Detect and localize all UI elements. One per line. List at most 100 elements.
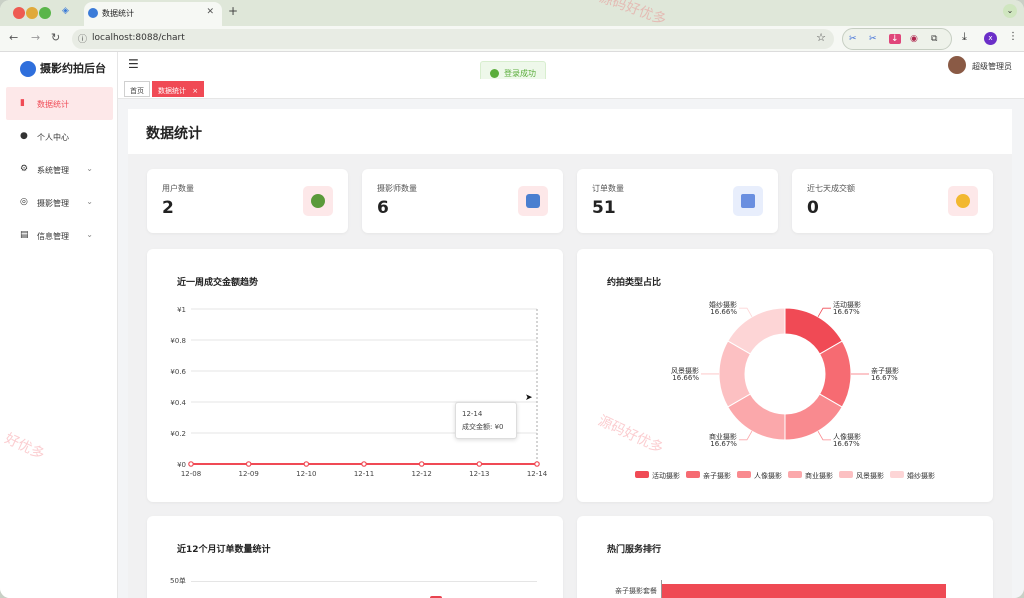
minimize-window-button[interactable] <box>26 7 38 19</box>
legend-label: 婚纱摄影 <box>907 471 935 480</box>
label-leader-line <box>817 430 831 441</box>
bookmark-star-icon[interactable]: ☆ <box>816 31 826 44</box>
slice-percent: 16.67% <box>871 374 898 382</box>
stat-label: 用户数量 <box>162 184 194 193</box>
aperture-icon: ◎ <box>20 197 28 207</box>
close-window-button[interactable] <box>13 7 25 19</box>
extension-cut-icon[interactable]: ✂ <box>869 34 877 44</box>
user-menu[interactable]: 超级管理员 <box>948 56 1012 76</box>
x-tick-label: 12-08 <box>181 470 201 478</box>
sidebar-item-label: 系统管理 <box>37 166 69 175</box>
extension-owl-icon[interactable]: ◉ <box>910 34 918 44</box>
donut-chart[interactable]: 活动摄影 16.67% 亲子摄影 16.67% 人像摄影 16.67% 商业摄影 16.67%… <box>577 249 993 502</box>
y-tick-label: 50单 <box>170 577 186 585</box>
data-point[interactable] <box>476 461 483 467</box>
line-chart[interactable]: ¥0 ¥0.2 ¥0.4 ¥0.6 ¥0.8 ¥1 12-08 12-09 12-10 12-11… <box>147 249 563 502</box>
stat-card-revenue: 近七天成交额 0 <box>792 169 993 233</box>
vue-devtools-icon[interactable]: ◈ <box>62 6 69 16</box>
sidebar-item-label: 信息管理 <box>37 232 69 241</box>
reload-icon[interactable]: ↻ <box>51 31 60 44</box>
browser-tab-title: 数据统计 <box>102 9 134 18</box>
extensions-group: ✂ ✂ ↓ ◉ ⧉ <box>842 28 952 50</box>
bar-mark[interactable] <box>662 584 946 598</box>
legend-swatch[interactable] <box>635 471 649 478</box>
check-circle-icon <box>490 69 499 78</box>
data-point[interactable] <box>418 461 425 467</box>
app-title: 摄影约拍后台 <box>40 62 106 75</box>
url-field[interactable]: ⓘ localhost:8088/chart ☆ <box>72 29 834 49</box>
stat-value: 2 <box>162 198 174 218</box>
address-bar-row: ← → ↻ ⓘ localhost:8088/chart ☆ ✂ ✂ ↓ ◉ ⧉… <box>0 26 1024 52</box>
legend-label: 人像摄影 <box>754 471 782 480</box>
sidebar-item-info[interactable]: ▤ 信息管理 ⌄ <box>6 219 113 252</box>
bar-chart-icon: ▮ <box>20 98 25 108</box>
label-leader-line <box>739 307 753 318</box>
sidebar-item-label: 摄影管理 <box>37 199 69 208</box>
sidebar-item-system[interactable]: ⚙ 系统管理 ⌄ <box>6 153 113 186</box>
forward-icon[interactable]: → <box>31 31 40 44</box>
x-tick-label: 12-11 <box>354 470 374 478</box>
tag-home[interactable]: 首页 <box>124 81 150 97</box>
avatar <box>948 56 966 74</box>
label-leader-line <box>817 307 832 318</box>
browser-tab[interactable]: 数据统计 ✕ <box>84 2 222 26</box>
tab-strip: ◈ 数据统计 ✕ + ⌄ <box>0 0 1024 26</box>
data-point[interactable] <box>303 461 310 467</box>
sidebar-item-profile[interactable]: ● 个人中心 <box>6 120 113 153</box>
camera-icon <box>518 186 548 216</box>
y-gridline <box>191 581 537 582</box>
coin-icon <box>948 186 978 216</box>
chart-tooltip: 12-14 成交金额: ¥0 <box>455 402 517 439</box>
site-info-icon[interactable]: ⓘ <box>78 32 87 45</box>
sidebar-item-statistics[interactable]: ▮ 数据统计 <box>6 87 113 120</box>
label-leader-line <box>738 430 753 441</box>
profile-avatar[interactable]: x <box>984 32 997 45</box>
page-header: 数据统计 <box>128 109 1012 154</box>
legend-swatch[interactable] <box>686 471 700 478</box>
tab-search-icon[interactable]: ⌄ <box>1003 4 1017 18</box>
stat-card-users: 用户数量 2 <box>147 169 348 233</box>
document-icon: ▤ <box>20 230 29 240</box>
y-tick-label: ¥0 <box>177 461 186 469</box>
new-tab-button[interactable]: + <box>228 4 238 18</box>
url-text: localhost:8088/chart <box>92 33 185 43</box>
legend-label: 商业摄影 <box>805 471 833 480</box>
data-point[interactable] <box>534 461 540 467</box>
extension-scissors-icon[interactable]: ✂ <box>849 34 857 44</box>
legend-swatch[interactable] <box>839 471 853 478</box>
browser-menu-icon[interactable]: ⋮ <box>1008 31 1018 42</box>
maximize-window-button[interactable] <box>39 7 51 19</box>
data-point[interactable] <box>188 461 194 467</box>
legend-label: 活动摄影 <box>652 471 680 480</box>
tag-statistics[interactable]: 数据统计 × <box>152 81 205 97</box>
legend-swatch[interactable] <box>737 471 751 478</box>
legend-swatch[interactable] <box>890 471 904 478</box>
menu-toggle-icon[interactable]: ☰ <box>128 57 139 71</box>
stat-value: 6 <box>377 198 389 218</box>
tooltip-value: 成交金额: ¥0 <box>462 423 504 431</box>
stat-value: 0 <box>807 198 819 218</box>
tag-label: 数据统计 <box>158 87 186 95</box>
downloads-icon[interactable]: ⤓ <box>962 30 967 44</box>
data-point[interactable] <box>245 461 252 467</box>
extension-download-icon[interactable]: ↓ <box>889 34 901 44</box>
y-tick-label: ¥1 <box>177 306 186 314</box>
close-icon[interactable]: × <box>192 87 198 95</box>
line-chart-card: 近一周成交金额趋势 ¥0 ¥0.2 ¥0.4 ¥0.6 ¥0.8 ¥1 12-08 12-09… <box>147 249 563 502</box>
gear-icon: ⚙ <box>20 164 29 174</box>
sidebar-item-photography[interactable]: ◎ 摄影管理 ⌄ <box>6 186 113 219</box>
legend-label: 风景摄影 <box>856 471 884 480</box>
close-tab-icon[interactable]: ✕ <box>206 7 214 17</box>
monthly-orders-card: 近12个月订单数量统计 50单 <box>147 516 563 598</box>
top-header: ☰ 登录成功 超级管理员 <box>118 52 1024 85</box>
browser-window: ◈ 数据统计 ✕ + ⌄ ← → ↻ ⓘ localhost:8088/char… <box>0 0 1024 598</box>
stat-value: 51 <box>592 198 616 218</box>
sidebar-item-label: 数据统计 <box>37 100 69 109</box>
chevron-down-icon: ⌄ <box>86 230 93 239</box>
back-icon[interactable]: ← <box>9 31 18 44</box>
data-point[interactable] <box>361 461 367 467</box>
stat-label: 摄影师数量 <box>377 184 417 193</box>
user-icon: ● <box>20 131 28 141</box>
legend-swatch[interactable] <box>788 471 802 478</box>
extensions-puzzle-icon[interactable]: ⧉ <box>931 34 937 44</box>
